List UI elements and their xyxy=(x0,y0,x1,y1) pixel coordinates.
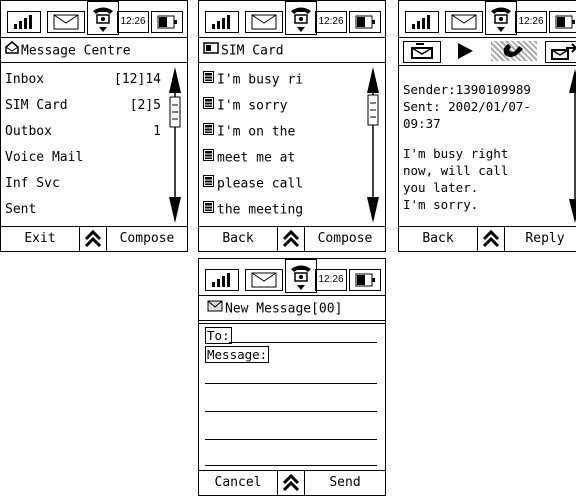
reply-button[interactable]: Reply xyxy=(505,227,576,251)
new-message-screen: 12:26 New Message[00] To: Message: Cance… xyxy=(198,258,386,496)
softkey-bar: Cancel Send xyxy=(199,470,385,495)
message-line xyxy=(205,439,377,440)
menu-up-icon[interactable] xyxy=(79,227,107,251)
clock: 12:26 xyxy=(315,269,347,291)
sim-card-count: [2]5 xyxy=(129,98,161,113)
forward-message-icon[interactable] xyxy=(545,41,576,63)
message-line xyxy=(205,411,377,412)
envelope-icon xyxy=(445,11,483,33)
clock: 12:26 xyxy=(315,11,347,33)
sms-icon xyxy=(203,171,214,197)
softkey-bar: Exit Compose xyxy=(1,226,187,251)
clock: 12:26 xyxy=(515,11,547,33)
status-bar: 12:26 xyxy=(1,1,187,38)
envelope-icon xyxy=(245,11,283,33)
list-item-voice-mail[interactable]: Voice Mail xyxy=(5,145,155,171)
signal-strength-icon xyxy=(405,11,439,33)
call-sender-icon[interactable] xyxy=(491,41,537,61)
scrollbar[interactable] xyxy=(167,67,183,223)
sent-date-line: Sent: 2002/01/07- xyxy=(403,99,531,114)
inbox-count: [12]14 xyxy=(114,72,161,87)
list-item-sent[interactable]: Sent xyxy=(5,197,155,223)
message-centre-screen: 12:26 Message Centre Inbox [12]14 SIM Ca… xyxy=(0,0,188,252)
phone-icon[interactable] xyxy=(285,259,317,293)
status-bar: 12:26 xyxy=(199,1,385,38)
divider xyxy=(199,323,385,324)
list-item[interactable]: I'm sorry xyxy=(203,93,363,119)
sim-card-screen: 12:26 SIM Card I'm busy ri I'm sorry I'm… xyxy=(198,0,386,252)
sender-line: Sender:1390109989 xyxy=(403,82,531,97)
menu-up-icon[interactable] xyxy=(277,227,305,251)
play-icon[interactable] xyxy=(449,41,479,61)
message-line xyxy=(205,383,377,384)
message-body-line: I'm sorry. xyxy=(403,197,479,212)
sent-time-line: 09:37 xyxy=(403,116,441,131)
send-button[interactable]: Send xyxy=(305,471,385,495)
phone-icon[interactable] xyxy=(485,1,517,35)
outbox-count: 1 xyxy=(153,124,161,139)
to-field[interactable] xyxy=(229,342,377,343)
signal-strength-icon xyxy=(205,11,239,33)
envelope-icon xyxy=(207,297,223,321)
phone-icon[interactable] xyxy=(285,1,317,35)
envelope-icon xyxy=(245,269,283,291)
softkey-bar: Back Compose xyxy=(199,226,385,251)
battery-icon xyxy=(151,11,183,33)
sms-icon xyxy=(203,197,214,223)
message-line xyxy=(205,465,377,466)
compose-button[interactable]: Compose xyxy=(305,227,385,251)
signal-strength-icon xyxy=(7,11,41,33)
sim-card-icon xyxy=(203,39,219,63)
message-toolbar xyxy=(399,39,576,66)
phone-icon[interactable] xyxy=(87,1,119,35)
save-message-icon[interactable] xyxy=(403,41,441,63)
message-body-line: now, will call xyxy=(403,163,509,178)
battery-icon xyxy=(349,11,381,33)
back-button[interactable]: Back xyxy=(199,227,277,251)
list-item-inf-svc[interactable]: Inf Svc xyxy=(5,171,155,197)
compose-button[interactable]: Compose xyxy=(107,227,187,251)
battery-icon xyxy=(549,11,576,33)
message-body-field[interactable] xyxy=(205,361,377,467)
list-item[interactable]: please call xyxy=(203,171,363,197)
menu-up-icon[interactable] xyxy=(277,471,305,495)
screen-title: New Message[00] xyxy=(199,297,385,321)
sms-icon xyxy=(203,67,214,93)
back-button[interactable]: Back xyxy=(399,227,477,251)
list-item[interactable]: I'm busy ri xyxy=(203,67,363,93)
signal-strength-icon xyxy=(205,269,239,291)
cancel-button[interactable]: Cancel xyxy=(199,471,277,495)
status-bar: 12:26 xyxy=(399,1,576,38)
list-item[interactable]: meet me at xyxy=(203,145,363,171)
message-centre-icon xyxy=(5,39,19,63)
scrollbar[interactable] xyxy=(365,67,381,223)
screen-title: Message Centre xyxy=(1,39,187,63)
envelope-icon xyxy=(47,11,85,33)
message-body-line: you later. xyxy=(403,180,479,195)
status-bar: 12:26 xyxy=(199,259,385,296)
list-item[interactable]: the meeting xyxy=(203,197,363,223)
exit-button[interactable]: Exit xyxy=(1,227,79,251)
clock: 12:26 xyxy=(117,11,149,33)
menu-up-icon[interactable] xyxy=(477,227,505,251)
message-view-screen: 12:26 Sender:1390109989 Sent: 2002/01/07… xyxy=(398,0,576,252)
softkey-bar: Back Reply xyxy=(399,226,576,251)
to-label: To: xyxy=(205,327,232,344)
message-body-line: I'm busy right xyxy=(403,146,509,161)
list-item[interactable]: I'm on the xyxy=(203,119,363,145)
scrollbar[interactable] xyxy=(567,69,576,223)
sms-icon xyxy=(203,119,214,145)
sms-icon xyxy=(203,145,214,171)
battery-icon xyxy=(349,269,381,291)
screen-title: SIM Card xyxy=(199,39,385,63)
sms-icon xyxy=(203,93,214,119)
